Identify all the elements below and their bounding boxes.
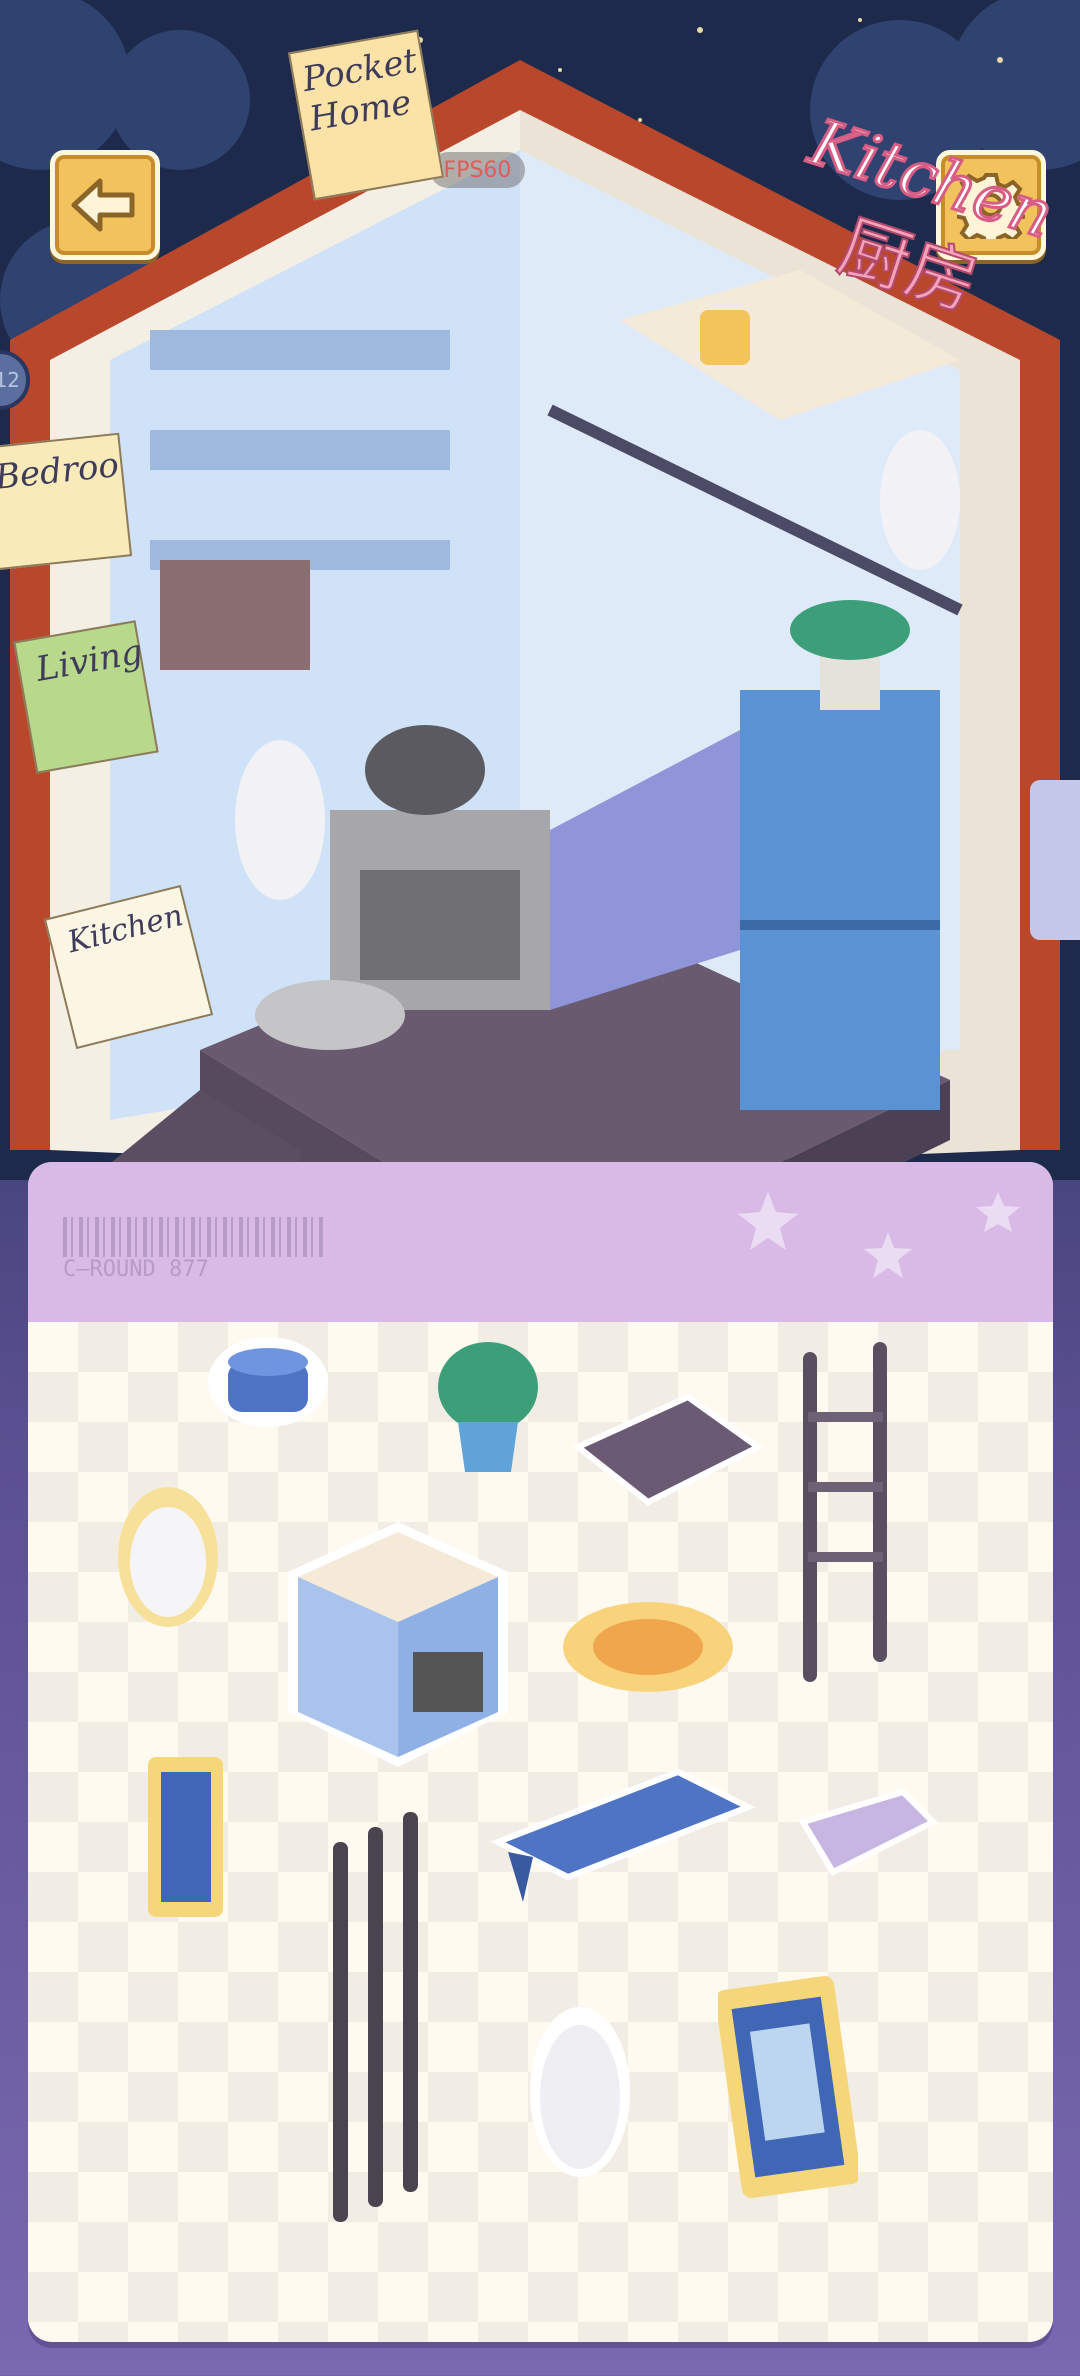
small-frame-sticker[interactable] <box>143 1752 228 1922</box>
hanging-bunny <box>235 740 325 900</box>
shelf-board-sticker[interactable] <box>488 1762 758 1912</box>
barcode-bars <box>63 1217 323 1257</box>
fridge <box>740 690 940 1110</box>
tab-bedroom[interactable]: Bedroo <box>0 432 133 572</box>
pocket-home-sign: Pocket Home <box>287 29 445 201</box>
floor-rug <box>255 980 405 1050</box>
fps-counter: FPS60 <box>430 152 525 188</box>
tray-header: C—ROUND 877 <box>28 1162 1053 1322</box>
poles-sticker[interactable] <box>323 1802 433 2232</box>
star-pattern <box>738 1192 1020 1278</box>
basket-sticker[interactable] <box>793 1782 943 1892</box>
cat-picture-sticker[interactable] <box>718 1972 858 2202</box>
ladder-sticker[interactable] <box>788 1332 908 1692</box>
bunny-sticker[interactable] <box>113 1462 223 1632</box>
back-button[interactable] <box>50 150 160 260</box>
stove-oven-sticker[interactable] <box>273 1512 523 1772</box>
flower-rug-sticker[interactable] <box>558 1592 738 1702</box>
tab-living[interactable]: Living <box>13 620 159 774</box>
next-room-tab[interactable] <box>1030 780 1080 940</box>
stove-mat-sticker[interactable] <box>568 1387 768 1517</box>
arrow-left-icon <box>71 178 135 232</box>
sticker-tray: C—ROUND 877 <box>28 1162 1053 2342</box>
barcode: C—ROUND 877 <box>63 1217 323 1297</box>
hanging-bunny-sticker[interactable] <box>518 1982 643 2182</box>
potted-plant-sticker[interactable] <box>433 1332 543 1482</box>
blue-pot-sticker[interactable] <box>203 1322 333 1432</box>
barcode-text: C—ROUND 877 <box>63 1257 209 1282</box>
